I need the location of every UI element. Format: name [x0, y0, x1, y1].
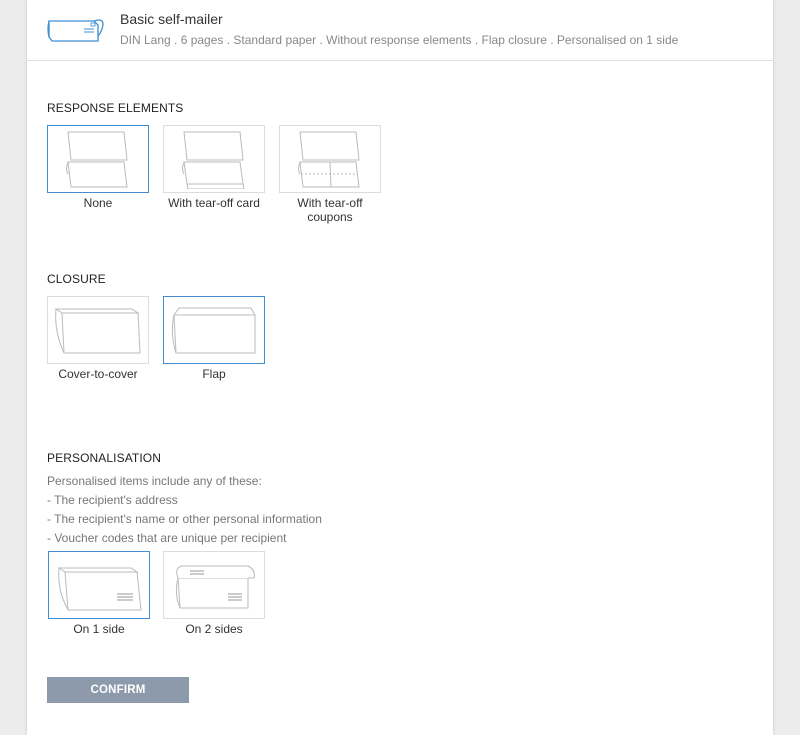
product-header: Basic self-mailer DIN Lang . 6 pages . S…: [27, 0, 773, 61]
personalisation-description: Personalised items include any of these:…: [47, 472, 322, 548]
option-card[interactable]: [47, 125, 149, 193]
option-label: With tear-off card: [168, 196, 260, 210]
option-label: Cover-to-cover: [58, 367, 138, 381]
option-card[interactable]: [163, 296, 265, 364]
option-card[interactable]: [48, 551, 150, 619]
section-title-closure: CLOSURE: [47, 272, 106, 286]
cover-to-cover-icon: [52, 303, 144, 357]
option-personalisation-one-side[interactable]: On 1 side: [48, 551, 150, 636]
option-label: On 1 side: [73, 622, 125, 636]
configuration-panel: Basic self-mailer DIN Lang . 6 pages . S…: [27, 0, 773, 735]
confirm-button[interactable]: CONFIRM: [47, 677, 189, 703]
option-response-tear-off-coupons[interactable]: With tear-off coupons: [279, 125, 381, 224]
section-title-response-elements: RESPONSE ELEMENTS: [47, 101, 184, 115]
tear-off-card-icon: [181, 129, 247, 189]
section-title-personalisation: PERSONALISATION: [47, 451, 161, 465]
option-card[interactable]: [163, 125, 265, 193]
option-label: With tear-off coupons: [297, 196, 363, 224]
tear-off-coupons-icon: [297, 129, 363, 189]
personalisation-item: - The recipient's name or other personal…: [47, 512, 322, 526]
option-response-tear-off-card[interactable]: With tear-off card: [163, 125, 265, 210]
option-label: On 2 sides: [185, 622, 243, 636]
option-label: Flap: [202, 367, 226, 381]
product-title: Basic self-mailer: [120, 11, 223, 27]
personalised-one-side-icon: [55, 558, 143, 612]
personalisation-item: - Voucher codes that are unique per reci…: [47, 531, 287, 545]
option-closure-flap[interactable]: Flap: [163, 296, 265, 381]
product-description: DIN Lang . 6 pages . Standard paper . Wi…: [120, 33, 679, 47]
personalisation-item: - The recipient's address: [47, 493, 178, 507]
personalised-two-sides-icon: [168, 558, 260, 612]
option-card[interactable]: [279, 125, 381, 193]
option-response-none[interactable]: None: [47, 125, 149, 210]
option-card[interactable]: [47, 296, 149, 364]
self-mailer-icon: [46, 12, 106, 46]
no-response-element-icon: [65, 129, 131, 189]
option-personalisation-two-sides[interactable]: On 2 sides: [163, 551, 265, 636]
flap-closure-icon: [167, 303, 261, 357]
option-closure-cover-to-cover[interactable]: Cover-to-cover: [47, 296, 149, 381]
personalisation-intro: Personalised items include any of these:: [47, 474, 262, 488]
option-card[interactable]: [163, 551, 265, 619]
option-label: None: [83, 196, 113, 210]
